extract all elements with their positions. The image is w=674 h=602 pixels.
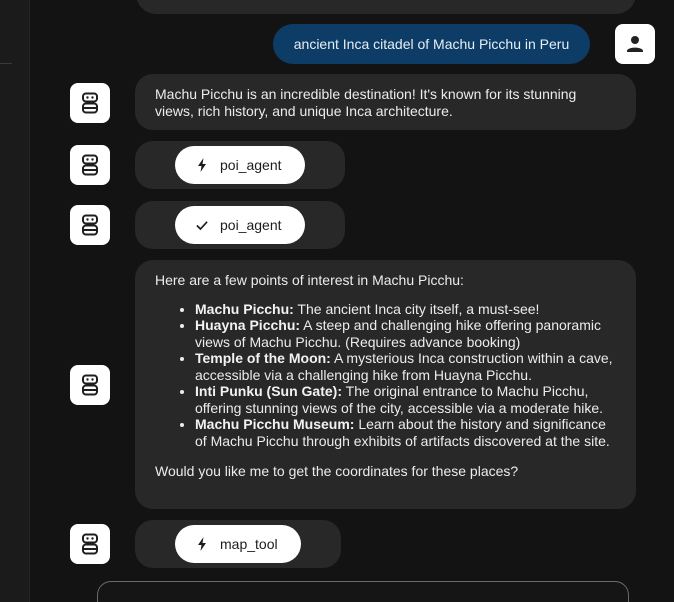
previous-message-bubble bbox=[136, 0, 636, 14]
lightning-icon bbox=[196, 158, 208, 172]
user-message: ancient Inca citadel of Machu Picchu in … bbox=[273, 24, 590, 64]
bot-avatar-icon bbox=[70, 365, 110, 405]
poi-name: Inti Punku (Sun Gate): bbox=[195, 383, 342, 399]
bot-avatar-icon bbox=[70, 524, 110, 564]
poi-intro-text: Here are a few points of interest in Mac… bbox=[155, 272, 464, 288]
poi-closing-question: Would you like me to get the coordinates… bbox=[155, 463, 519, 479]
tool-result-bubble: poi_agent bbox=[135, 201, 345, 249]
check-icon bbox=[196, 218, 208, 232]
tool-call-name: poi_agent bbox=[220, 156, 282, 173]
poi-name: Machu Picchu: bbox=[195, 300, 294, 317]
user-message-text: ancient Inca citadel of Machu Picchu in … bbox=[293, 36, 570, 52]
user-avatar-icon bbox=[615, 24, 655, 64]
poi-list: Machu Picchu: The ancient Inca city itse… bbox=[155, 301, 616, 450]
map-tool-pill[interactable]: map_tool bbox=[175, 525, 301, 563]
tool-result-pill[interactable]: poi_agent bbox=[175, 206, 305, 244]
tool-call-bubble: poi_agent bbox=[135, 141, 345, 189]
assistant-message: Machu Picchu is an incredible destinatio… bbox=[135, 74, 636, 130]
lightning-icon bbox=[196, 537, 208, 551]
poi-response-message: Here are a few points of interest in Mac… bbox=[135, 260, 636, 509]
tool-result-name: poi_agent bbox=[220, 216, 282, 233]
poi-name: Huayna Picchu: bbox=[195, 317, 301, 333]
poi-description: The ancient Inca city itself, a must-see… bbox=[293, 300, 540, 317]
bot-avatar-icon bbox=[70, 205, 110, 245]
bot-avatar-icon bbox=[70, 83, 110, 123]
list-item: Inti Punku (Sun Gate): The original entr… bbox=[195, 383, 616, 416]
tool-call-pill[interactable]: poi_agent bbox=[175, 146, 305, 184]
poi-name: Temple of the Moon: bbox=[195, 350, 331, 366]
assistant-message-text: Machu Picchu is an incredible destinatio… bbox=[155, 86, 577, 119]
chat-area[interactable]: ancient Inca citadel of Machu Picchu in … bbox=[30, 0, 674, 602]
poi-name: Machu Picchu Museum: bbox=[195, 416, 355, 432]
left-sidebar bbox=[0, 0, 30, 602]
sidebar-divider bbox=[0, 63, 12, 64]
map-tool-call-bubble: map_tool bbox=[135, 520, 341, 568]
map-tool-name: map_tool bbox=[220, 535, 278, 552]
list-item: Machu Picchu: The ancient Inca city itse… bbox=[195, 301, 616, 318]
message-input[interactable] bbox=[97, 581, 629, 602]
list-item: Huayna Picchu: A steep and challenging h… bbox=[195, 317, 616, 350]
bot-avatar-icon bbox=[70, 145, 110, 185]
list-item: Temple of the Moon: A mysterious Inca co… bbox=[195, 350, 616, 383]
list-item: Machu Picchu Museum: Learn about the his… bbox=[195, 416, 616, 449]
